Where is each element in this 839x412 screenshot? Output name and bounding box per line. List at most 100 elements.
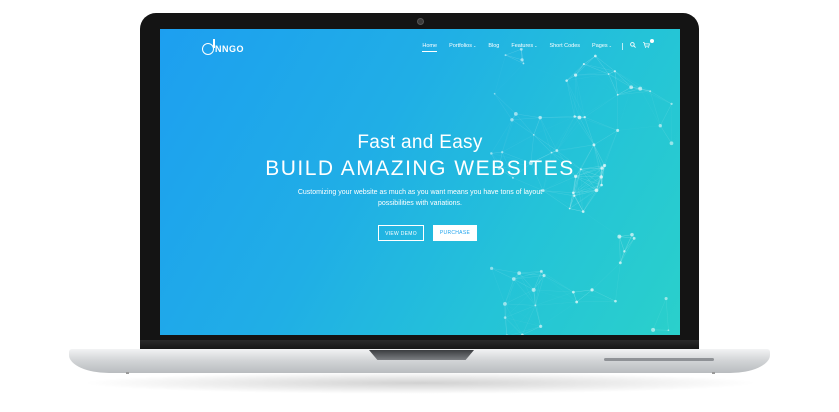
plexus-link: [639, 88, 661, 126]
nav-item-label: Features: [511, 43, 534, 49]
plexus-link: [511, 117, 541, 121]
plexus-link: [515, 113, 541, 118]
nav-item-pages[interactable]: Pages⌄: [592, 43, 612, 49]
laptop-notch: [369, 350, 474, 360]
plexus-link: [579, 95, 617, 118]
plexus-link: [591, 289, 616, 302]
plexus-node: [664, 296, 668, 301]
plexus-node: [539, 269, 543, 273]
plexus-link: [541, 292, 574, 326]
plexus-node: [573, 115, 576, 118]
nav-item-label: Pages: [592, 43, 608, 49]
plexus-node: [658, 124, 662, 128]
plexus-link: [494, 93, 513, 120]
plexus-node: [572, 194, 576, 198]
plexus-link: [543, 275, 574, 293]
plexus-link: [523, 64, 566, 81]
laptop-screen: NNGO Home Portfolios⌄ Blog Features⌄ Sho…: [160, 29, 680, 335]
plexus-link: [652, 298, 667, 330]
plexus-node: [614, 299, 617, 303]
plexus-network-graphic: [490, 47, 674, 335]
plexus-node: [511, 277, 516, 281]
plexus-node: [568, 207, 571, 210]
chevron-down-icon: ⌄: [608, 43, 612, 48]
plexus-node: [493, 92, 496, 95]
plexus-link: [513, 278, 536, 306]
hero-title: BUILD AMAZING WEBSITES: [265, 157, 575, 180]
hero-kicker: Fast and Easy: [357, 132, 483, 153]
plexus-link: [619, 236, 635, 239]
search-icon[interactable]: [630, 42, 636, 50]
plexus-node: [571, 191, 575, 195]
nav-item-label: Short Codes: [549, 43, 581, 49]
plexus-node: [623, 250, 626, 253]
plexus-node: [651, 327, 656, 332]
plexus-link: [566, 80, 585, 118]
nav-item-features[interactable]: Features⌄: [511, 43, 537, 49]
chevron-down-icon: ⌄: [534, 43, 538, 48]
cart-icon[interactable]: [643, 39, 654, 50]
plexus-node: [571, 290, 575, 294]
laptop-foot-right: [712, 372, 715, 374]
plexus-node: [531, 287, 536, 292]
plexus-link: [583, 211, 620, 237]
plexus-link: [615, 301, 653, 330]
plexus-link: [504, 303, 523, 335]
plexus-node: [542, 273, 546, 278]
webcam-icon: [417, 18, 424, 25]
nav-item-label: Blog: [488, 43, 500, 49]
nav-item-short-codes[interactable]: Short Codes: [549, 43, 580, 49]
plexus-node: [616, 93, 619, 96]
main-nav: Home Portfolios⌄ Blog Features⌄ Short Co…: [410, 39, 654, 52]
plexus-link: [665, 298, 669, 331]
laptop-slot: [604, 358, 714, 361]
plexus-node: [503, 316, 507, 319]
logo-mark-icon: [202, 39, 215, 55]
logo-text: NNGO: [215, 44, 244, 54]
plexus-node: [513, 112, 518, 116]
plexus-node: [607, 73, 610, 75]
plexus-link: [541, 271, 574, 293]
plexus-link: [540, 81, 566, 118]
plexus-link: [608, 73, 641, 89]
plexus-link: [620, 238, 635, 263]
purchase-button[interactable]: PURCHASE: [433, 225, 477, 241]
plexus-node: [590, 288, 594, 292]
plexus-node: [630, 232, 634, 237]
plexus-node: [670, 102, 673, 106]
plexus-link: [522, 326, 541, 335]
plexus-node: [629, 85, 634, 90]
plexus-node: [638, 86, 643, 91]
navbar: NNGO Home Portfolios⌄ Blog Features⌄ Sho…: [160, 29, 680, 65]
plexus-link: [535, 301, 577, 306]
plexus-link: [575, 75, 580, 118]
nav-item-label: Portfolios: [449, 43, 472, 49]
plexus-node: [600, 183, 603, 187]
plexus-node: [510, 118, 514, 122]
plexus-link: [504, 273, 520, 304]
nav-item-blog[interactable]: Blog: [488, 43, 499, 49]
plexus-node: [539, 324, 543, 328]
plexus-link: [617, 125, 661, 131]
plexus-link: [491, 268, 520, 274]
plexus-node: [565, 79, 568, 82]
plexus-link: [584, 64, 618, 95]
logo[interactable]: NNGO: [202, 39, 244, 57]
plexus-node: [649, 90, 652, 93]
plexus-link: [494, 93, 517, 115]
plexus-link: [584, 94, 618, 118]
plexus-link: [569, 208, 584, 212]
plexus-node: [573, 73, 578, 77]
nav-item-label: Home: [422, 43, 438, 49]
plexus-link: [640, 88, 672, 105]
plexus-link: [584, 116, 618, 131]
plexus-node: [581, 210, 585, 213]
nav-item-home[interactable]: Home: [422, 43, 438, 52]
nav-item-portfolios[interactable]: Portfolios⌄: [449, 43, 476, 49]
plexus-node: [613, 70, 617, 73]
plexus-link: [576, 300, 616, 303]
cart-badge: [650, 39, 654, 43]
view-demo-button[interactable]: VIEW DEMO: [378, 225, 424, 241]
plexus-node: [517, 271, 522, 276]
laptop-foot-left: [126, 372, 129, 374]
